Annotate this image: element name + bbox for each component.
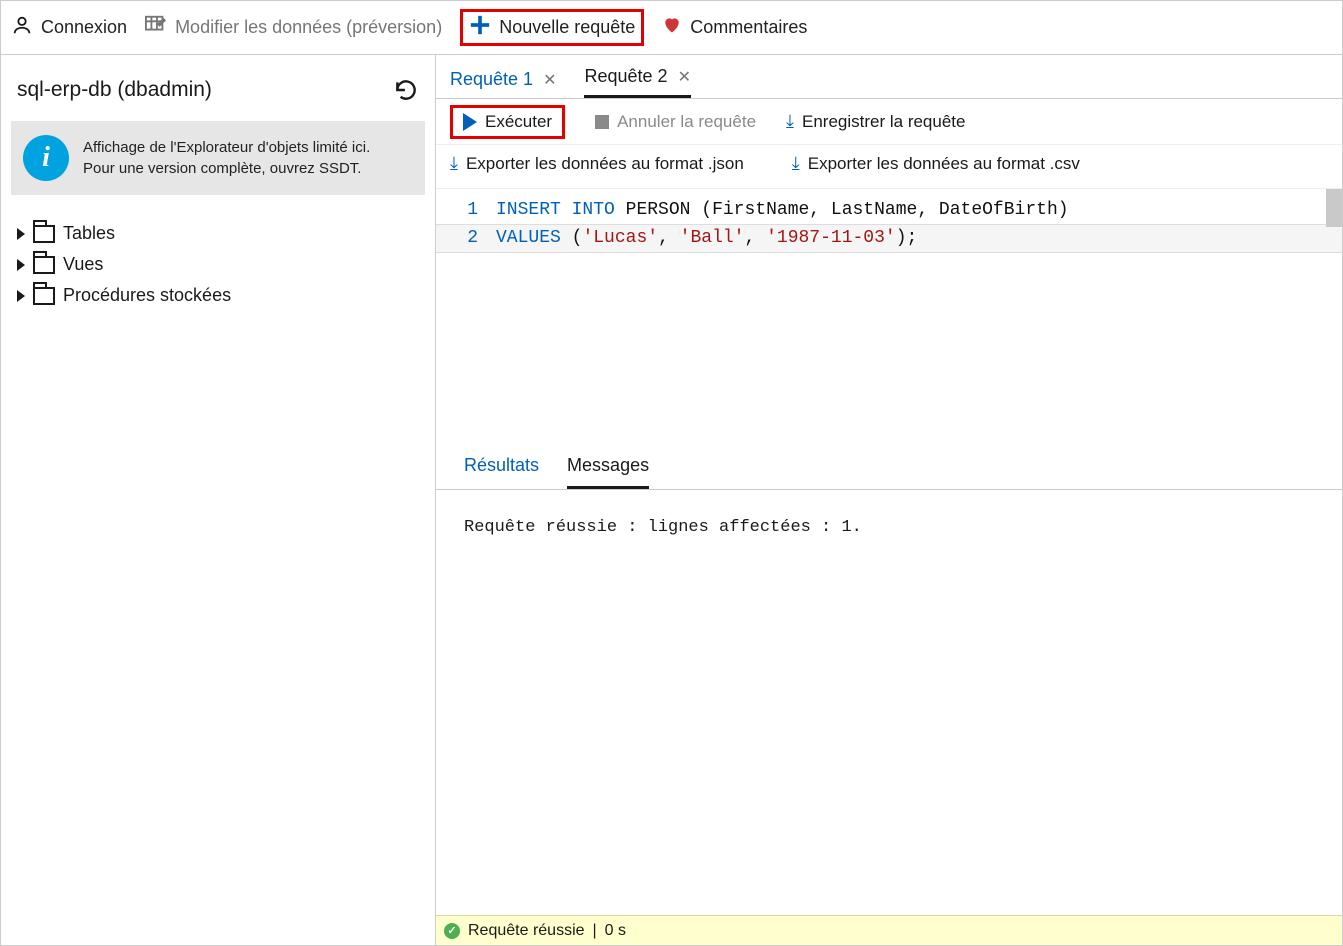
status-divider: | — [593, 922, 597, 940]
tab-query-1[interactable]: Requête 1 ✕ — [450, 69, 556, 98]
user-icon — [11, 14, 33, 41]
table-edit-icon — [145, 15, 167, 40]
tree-item-sprocs[interactable]: Procédures stockées — [17, 285, 425, 306]
status-bar: ✓ Requête réussie | 0 s — [436, 915, 1342, 945]
close-icon[interactable]: ✕ — [543, 70, 556, 90]
export-csv-label: Exporter les données au format .csv — [808, 154, 1080, 174]
tab-messages[interactable]: Messages — [567, 455, 649, 489]
status-text: Requête réussie — [468, 922, 585, 940]
tree-label-views: Vues — [63, 254, 103, 275]
export-json-label: Exporter les données au format .json — [466, 154, 744, 174]
code-line-1: INSERT INTO PERSON (FirstName, LastName,… — [496, 197, 1342, 224]
cancel-query-button[interactable]: Annuler la requête — [595, 112, 756, 132]
download-icon: ⤓ — [450, 153, 458, 174]
download-icon: ⤓ — [792, 153, 800, 174]
sql-editor[interactable]: 1 INSERT INTO PERSON (FirstName, LastNam… — [436, 189, 1342, 435]
stop-icon — [595, 115, 609, 129]
caret-icon — [17, 259, 25, 271]
new-query-label: Nouvelle requête — [499, 17, 635, 38]
info-icon: i — [23, 135, 69, 181]
cancel-label: Annuler la requête — [617, 112, 756, 132]
heart-icon — [662, 15, 682, 40]
messages-output: Requête réussie : lignes affectées : 1. — [436, 490, 1342, 915]
save-query-button[interactable]: ⤓ Enregistrer la requête — [786, 111, 965, 132]
caret-icon — [17, 228, 25, 240]
comments-button[interactable]: Commentaires — [662, 15, 807, 40]
results-tabs: Résultats Messages — [436, 435, 1342, 490]
tab-results[interactable]: Résultats — [464, 455, 539, 489]
new-query-button[interactable]: Nouvelle requête — [460, 9, 644, 46]
export-action-bar: ⤓ Exporter les données au format .json ⤓… — [436, 145, 1342, 189]
export-csv-button[interactable]: ⤓ Exporter les données au format .csv — [792, 153, 1080, 174]
db-title: sql-erp-db (dbadmin) — [17, 78, 212, 102]
success-icon: ✓ — [444, 923, 460, 939]
edit-data-label: Modifier les données (préversion) — [175, 17, 442, 38]
sidebar-header: sql-erp-db (dbadmin) — [11, 69, 425, 121]
tab-label: Requête 2 — [584, 66, 667, 87]
save-label: Enregistrer la requête — [802, 112, 965, 132]
query-panel: Requête 1 ✕ Requête 2 ✕ Exécuter Annuler… — [436, 55, 1342, 945]
execute-button[interactable]: Exécuter — [450, 105, 565, 139]
top-toolbar: Connexion Modifier les données (préversi… — [1, 1, 1342, 55]
play-icon — [463, 113, 477, 131]
login-label: Connexion — [41, 17, 127, 38]
info-line2: Pour une version complète, ouvrez SSDT. — [83, 158, 370, 179]
folder-icon — [33, 225, 55, 243]
code-line-2: VALUES ('Lucas', 'Ball', '1987-11-03'); — [496, 225, 1342, 252]
tab-query-2[interactable]: Requête 2 ✕ — [584, 66, 690, 98]
folder-icon — [33, 287, 55, 305]
info-banner: i Affichage de l'Explorateur d'objets li… — [11, 121, 425, 195]
tree-item-views[interactable]: Vues — [17, 254, 425, 275]
export-json-button[interactable]: ⤓ Exporter les données au format .json — [450, 153, 744, 174]
edit-data-button[interactable]: Modifier les données (préversion) — [145, 15, 442, 40]
tree-item-tables[interactable]: Tables — [17, 223, 425, 244]
execute-label: Exécuter — [485, 112, 552, 132]
info-text: Affichage de l'Explorateur d'objets limi… — [83, 137, 370, 179]
download-icon: ⤓ — [786, 111, 794, 132]
tree-label-tables: Tables — [63, 223, 115, 244]
info-line1: Affichage de l'Explorateur d'objets limi… — [83, 137, 370, 158]
line-number: 2 — [436, 225, 496, 252]
comments-label: Commentaires — [690, 17, 807, 38]
query-action-bar: Exécuter Annuler la requête ⤓ Enregistre… — [436, 99, 1342, 145]
line-number: 1 — [436, 197, 496, 224]
refresh-button[interactable] — [393, 77, 419, 103]
object-explorer-sidebar: sql-erp-db (dbadmin) i Affichage de l'Ex… — [1, 55, 436, 945]
tab-label: Requête 1 — [450, 69, 533, 90]
tree-label-sprocs: Procédures stockées — [63, 285, 231, 306]
status-timing: 0 s — [605, 922, 626, 940]
object-tree: Tables Vues Procédures stockées — [11, 223, 425, 306]
login-button[interactable]: Connexion — [11, 14, 127, 41]
editor-scrollbar[interactable] — [1326, 189, 1342, 227]
plus-icon — [469, 14, 491, 41]
caret-icon — [17, 290, 25, 302]
message-text: Requête réussie : lignes affectées : 1. — [464, 518, 862, 537]
query-tabs: Requête 1 ✕ Requête 2 ✕ — [436, 55, 1342, 99]
folder-icon — [33, 256, 55, 274]
close-icon[interactable]: ✕ — [678, 67, 691, 87]
